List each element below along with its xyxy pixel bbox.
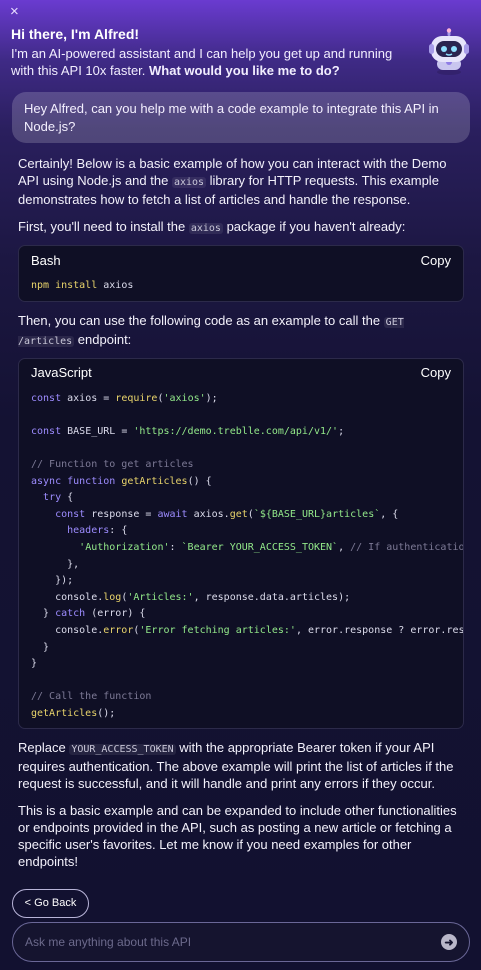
- copy-button[interactable]: Copy: [421, 365, 451, 380]
- code-block-header: Bash Copy: [19, 246, 463, 274]
- text: Replace: [18, 740, 70, 756]
- ask-input-container: ➜: [12, 922, 470, 962]
- bash-code-block: Bash Copy npm install axios: [18, 245, 464, 302]
- user-message-bubble: Hey Alfred, can you help me with a code …: [12, 92, 470, 143]
- code-language-label: Bash: [31, 252, 61, 268]
- response-paragraph: This is a basic example and can be expan…: [18, 803, 457, 870]
- greeting-title: Hi there, I'm Alfred!: [11, 26, 140, 42]
- response-paragraph: First, you'll need to install the axios …: [18, 218, 464, 237]
- response-paragraph: Replace YOUR_ACCESS_TOKEN with the appro…: [18, 739, 464, 792]
- response-paragraph: Then, you can use the following code as …: [18, 312, 464, 350]
- text: First, you'll need to install the: [18, 219, 189, 234]
- response-paragraph: Certainly! Below is a basic example of h…: [18, 155, 464, 208]
- inline-code: axios: [171, 177, 207, 188]
- inline-code: YOUR_ACCESS_TOKEN: [69, 744, 176, 756]
- text: package if you haven't already:: [222, 219, 406, 234]
- code-token: npm install: [31, 280, 98, 291]
- go-back-button[interactable]: < Go Back: [12, 889, 89, 918]
- code-content: npm install axios: [31, 280, 134, 291]
- inline-code: axios: [188, 223, 223, 234]
- code-language-label: JavaScript: [31, 365, 92, 381]
- copy-button[interactable]: Copy: [421, 253, 451, 268]
- assistant-response: Certainly! Below is a basic example of h…: [18, 155, 464, 870]
- ask-input[interactable]: [25, 935, 441, 949]
- javascript-code-block: JavaScript Copy const axios = require('a…: [18, 357, 464, 730]
- text: endpoint:: [74, 331, 132, 347]
- send-icon[interactable]: ➜: [441, 934, 457, 950]
- intro-text: I'm an AI-powered assistant and I can he…: [11, 45, 411, 79]
- header: Hi there, I'm Alfred! I'm an AI-powered …: [11, 25, 411, 79]
- code-block-header: JavaScript Copy: [19, 359, 463, 387]
- text: Then, you can use the following code as …: [18, 312, 384, 328]
- intro-text-bold: What would you like me to do?: [149, 63, 340, 78]
- code-content: const axios = require('axios'); const BA…: [31, 392, 463, 719]
- alfred-avatar-icon: [429, 28, 469, 75]
- close-icon[interactable]: ×: [10, 4, 24, 20]
